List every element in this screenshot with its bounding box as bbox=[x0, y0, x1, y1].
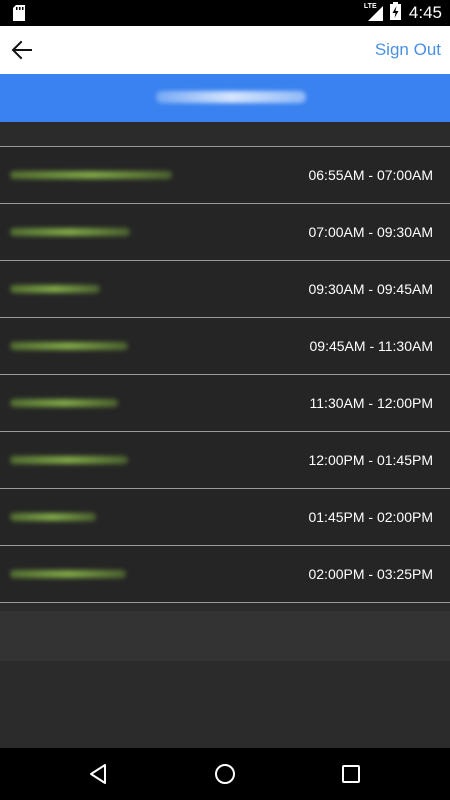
schedule-row[interactable]: 06:55AM - 07:00AM bbox=[0, 146, 450, 203]
redacted-row-name bbox=[10, 342, 128, 350]
status-time: 4:45 bbox=[408, 3, 442, 22]
redacted-row-name bbox=[10, 171, 172, 179]
row-time-range: 09:30AM - 09:45AM bbox=[308, 281, 433, 297]
home-circle-icon bbox=[215, 764, 235, 784]
section-header bbox=[0, 74, 450, 122]
redacted-row-name bbox=[10, 513, 96, 521]
navigation-bar bbox=[0, 748, 450, 800]
row-time-range: 02:00PM - 03:25PM bbox=[308, 566, 433, 582]
redacted-row-name bbox=[10, 456, 128, 464]
row-time-range: 11:30AM - 12:00PM bbox=[309, 395, 433, 411]
nav-recents-button[interactable] bbox=[337, 760, 365, 788]
back-button[interactable] bbox=[4, 32, 40, 68]
schedule-row[interactable]: 09:45AM - 11:30AM bbox=[0, 317, 450, 374]
sign-out-button[interactable]: Sign Out bbox=[375, 26, 441, 74]
sd-card-icon bbox=[12, 5, 26, 21]
recents-square-icon bbox=[342, 765, 360, 783]
battery-charging-icon bbox=[389, 1, 401, 25]
redacted-title bbox=[156, 91, 306, 103]
nav-home-button[interactable] bbox=[211, 760, 239, 788]
schedule-row[interactable]: 07:00AM - 09:30AM bbox=[0, 203, 450, 260]
redacted-row-name bbox=[10, 570, 126, 578]
schedule-row[interactable]: 02:00PM - 03:25PM bbox=[0, 545, 450, 603]
schedule-list: 06:55AM - 07:00AM 07:00AM - 09:30AM 09:3… bbox=[0, 146, 450, 603]
phone-screen: LTE 4:45 Sign Out 06:55AM - 07:00AM 07:0… bbox=[0, 0, 450, 800]
row-time-range: 07:00AM - 09:30AM bbox=[308, 224, 433, 240]
nav-back-button[interactable] bbox=[84, 760, 112, 788]
schedule-row[interactable]: 01:45PM - 02:00PM bbox=[0, 488, 450, 545]
redacted-row-name bbox=[10, 399, 118, 407]
row-time-range: 09:45AM - 11:30AM bbox=[309, 338, 433, 354]
list-footer bbox=[0, 611, 450, 661]
redacted-row-name bbox=[10, 228, 130, 236]
back-triangle-icon bbox=[90, 764, 106, 784]
schedule-row[interactable]: 12:00PM - 01:45PM bbox=[0, 431, 450, 488]
app-bar: Sign Out bbox=[0, 26, 450, 74]
row-time-range: 06:55AM - 07:00AM bbox=[308, 167, 433, 183]
status-icons: LTE 4:45 bbox=[364, 0, 442, 26]
list-spacer bbox=[0, 122, 450, 146]
schedule-row[interactable]: 11:30AM - 12:00PM bbox=[0, 374, 450, 431]
redacted-row-name bbox=[10, 285, 100, 293]
signal-icon: LTE bbox=[364, 3, 384, 22]
arrow-left-icon bbox=[11, 40, 32, 60]
row-time-range: 01:45PM - 02:00PM bbox=[308, 509, 433, 525]
row-time-range: 12:00PM - 01:45PM bbox=[308, 452, 433, 468]
status-bar: LTE 4:45 bbox=[0, 0, 450, 26]
schedule-row[interactable]: 09:30AM - 09:45AM bbox=[0, 260, 450, 317]
